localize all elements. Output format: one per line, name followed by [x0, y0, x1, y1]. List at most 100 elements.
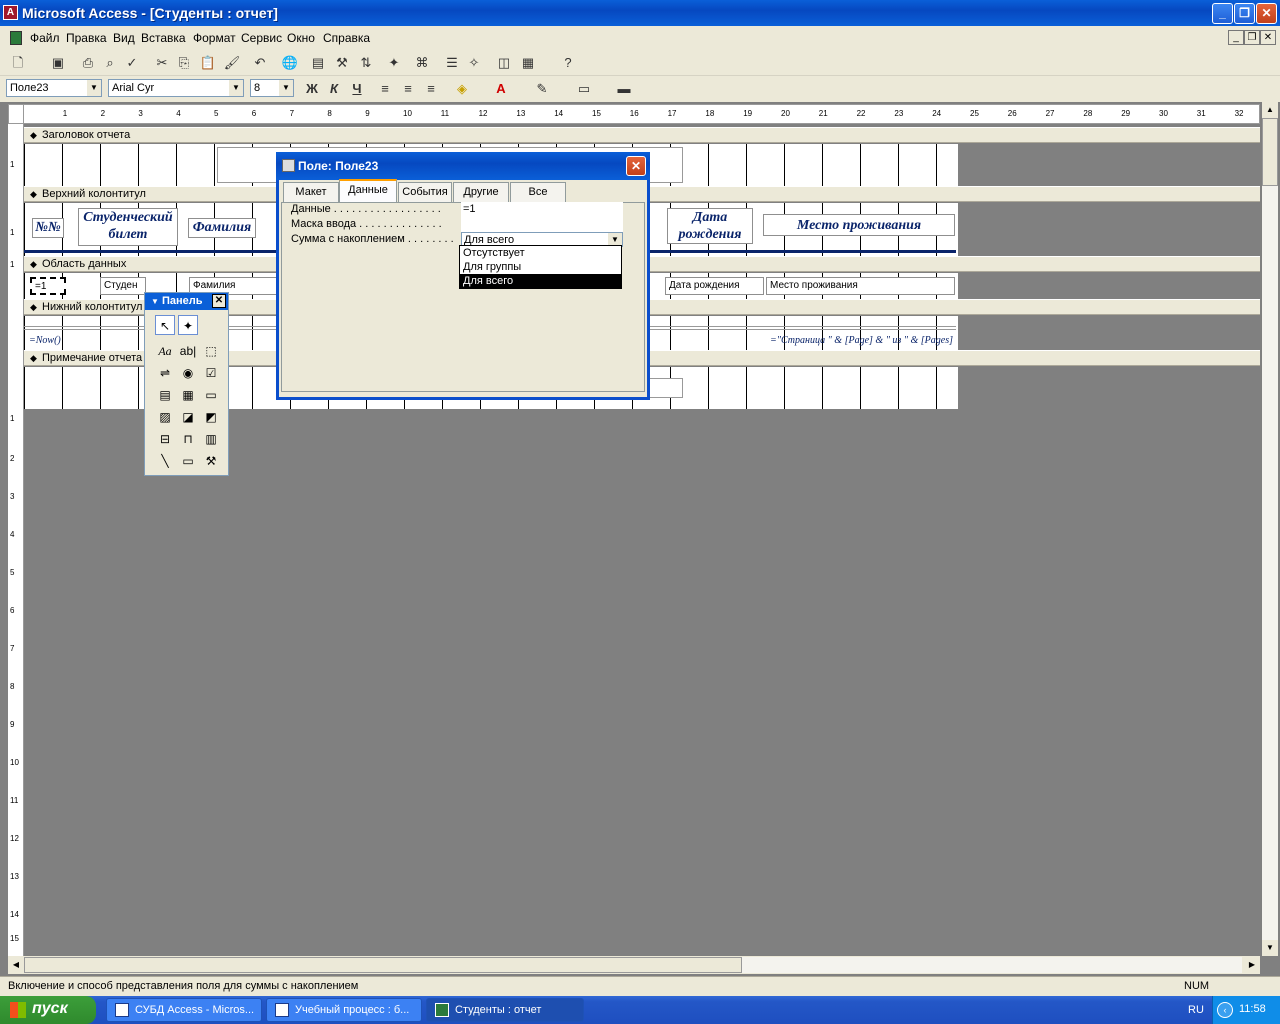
control-wizards-icon[interactable]: ✦	[178, 315, 198, 335]
start-button[interactable]: пуск	[0, 996, 96, 1024]
properties-icon[interactable]: ☰	[442, 53, 462, 73]
print-icon[interactable]: ⎙	[78, 53, 98, 73]
label-tool-icon[interactable]: Aa	[155, 341, 175, 361]
new-object-icon[interactable]: ▦	[518, 53, 538, 73]
label-birth-date[interactable]: Дата рождения	[667, 208, 753, 244]
menu-insert[interactable]: Вставка	[141, 31, 186, 45]
tab-control-tool-icon[interactable]: ⊓	[178, 429, 198, 449]
underline-button[interactable]: Ч	[347, 79, 367, 99]
option-button-tool-icon[interactable]: ◉	[178, 363, 198, 383]
menu-file[interactable]: Файл	[30, 31, 60, 45]
object-combo[interactable]: Поле23 ▼	[6, 79, 102, 97]
restore-button[interactable]: ❐	[1234, 3, 1255, 24]
scroll-down-button[interactable]: ▼	[1262, 940, 1278, 956]
option-none[interactable]: Отсутствует	[460, 246, 621, 260]
view-icon[interactable]: 🗋	[8, 53, 28, 73]
tab-events[interactable]: События	[398, 182, 452, 202]
menu-view[interactable]: Вид	[113, 31, 135, 45]
spelling-icon[interactable]: ✓	[122, 53, 142, 73]
textbox-tool-icon[interactable]: ab|	[178, 341, 198, 361]
tray-arrow-icon[interactable]: ‹	[1217, 1002, 1233, 1018]
listbox-tool-icon[interactable]: ▦	[178, 385, 198, 405]
scroll-left-button[interactable]: ◀	[8, 956, 24, 974]
sorting-grouping-icon[interactable]: ⇅	[356, 53, 376, 73]
menu-help[interactable]: Справка	[323, 31, 370, 45]
fill-color-icon[interactable]: ◈	[452, 79, 472, 99]
bound-object-tool-icon[interactable]: ◩	[201, 407, 221, 427]
hscroll-track[interactable]	[742, 957, 1242, 973]
option-over-group[interactable]: Для группы	[460, 260, 621, 274]
chevron-down-icon[interactable]: ▼	[87, 80, 101, 96]
align-right-icon[interactable]: ≡	[421, 79, 441, 99]
scroll-right-button[interactable]: ▶	[1244, 956, 1260, 974]
font-combo[interactable]: Arial Cyr ▼	[108, 79, 244, 97]
chevron-down-icon[interactable]: ▼	[151, 297, 159, 306]
toolbox-icon[interactable]: ⚒	[332, 53, 352, 73]
task-access-help[interactable]: СУБД Access - Micros...	[106, 998, 262, 1022]
option-over-all[interactable]: Для всего	[460, 274, 621, 288]
prop-value-data[interactable]: =1	[461, 202, 623, 217]
scroll-thumb[interactable]	[1262, 118, 1278, 186]
address-field[interactable]: Место проживания	[766, 277, 955, 295]
autoformat-icon[interactable]: ✦	[384, 53, 404, 73]
page-break-tool-icon[interactable]: ⊟	[155, 429, 175, 449]
toggle-button-tool-icon[interactable]: ⇌	[155, 363, 175, 383]
hyperlink-icon[interactable]: 🌐	[280, 53, 300, 73]
mdi-restore-button[interactable]: ❐	[1244, 30, 1260, 45]
tab-data[interactable]: Данные	[339, 179, 397, 203]
language-indicator[interactable]: RU	[1188, 1004, 1204, 1016]
menu-format[interactable]: Формат	[193, 31, 236, 45]
menu-tools[interactable]: Сервис	[241, 31, 282, 45]
tab-layout[interactable]: Макет	[283, 182, 339, 202]
save-icon[interactable]: ▣	[48, 53, 68, 73]
pages-field[interactable]: ="Страница " & [Page] & " из " & [Pages]	[668, 333, 956, 349]
menu-window[interactable]: Окно	[287, 31, 315, 45]
label-student-card[interactable]: Студенческий билет	[78, 208, 178, 246]
prop-value-input-mask[interactable]	[461, 217, 623, 232]
counter-field[interactable]: =1	[30, 277, 66, 295]
border-width-icon[interactable]: ▭	[574, 79, 594, 99]
special-effect-icon[interactable]: ▬	[614, 79, 634, 99]
label-surname[interactable]: Фамилия	[188, 218, 256, 238]
undo-icon[interactable]: ↶	[250, 53, 270, 73]
field-list-icon[interactable]: ▤	[308, 53, 328, 73]
bold-button[interactable]: Ж	[302, 79, 322, 99]
database-window-icon[interactable]: ◫	[494, 53, 514, 73]
hscroll-thumb[interactable]	[24, 957, 742, 973]
birth-date-field[interactable]: Дата рождения	[665, 277, 764, 295]
chevron-down-icon[interactable]: ▼	[229, 80, 243, 96]
code-icon[interactable]: ⌘	[412, 53, 432, 73]
rectangle-tool-icon[interactable]: ▭	[178, 451, 198, 471]
more-controls-icon[interactable]: ⚒	[201, 451, 221, 471]
task-database[interactable]: Учебный процесс : б...	[266, 998, 422, 1022]
horizontal-scrollbar[interactable]: ◀ ▶	[8, 956, 1260, 974]
cut-icon[interactable]: ✂	[152, 53, 172, 73]
section-report-header[interactable]: ◆ Заголовок отчета	[24, 127, 1260, 143]
task-report[interactable]: Студенты : отчет	[426, 998, 584, 1022]
access-app-icon[interactable]: A	[3, 5, 18, 20]
builder-icon[interactable]: ✧	[464, 53, 484, 73]
line-color-icon[interactable]: ✎	[532, 79, 552, 99]
font-size-combo[interactable]: 8 ▼	[250, 79, 294, 97]
combobox-tool-icon[interactable]: ▤	[155, 385, 175, 405]
toolbox-title-bar[interactable]: ▼ Панель ✕	[145, 293, 228, 310]
print-preview-icon[interactable]: ⌕	[100, 53, 120, 73]
minimize-button[interactable]: _	[1212, 3, 1233, 24]
paste-icon[interactable]: 📋	[198, 53, 218, 73]
line-tool-icon[interactable]: ╲	[155, 451, 175, 471]
tab-all[interactable]: Все	[510, 182, 566, 202]
align-left-icon[interactable]: ≡	[375, 79, 395, 99]
tab-other[interactable]: Другие	[453, 182, 509, 202]
dialog-close-button[interactable]: ✕	[626, 156, 646, 176]
scroll-up-button[interactable]: ▲	[1262, 102, 1278, 118]
label-number[interactable]: №№	[32, 218, 64, 238]
align-center-icon[interactable]: ≡	[398, 79, 418, 99]
unbound-object-tool-icon[interactable]: ◪	[178, 407, 198, 427]
command-button-tool-icon[interactable]: ▭	[201, 385, 221, 405]
italic-button[interactable]: К	[324, 79, 344, 99]
student-field[interactable]: Студен	[100, 277, 146, 295]
select-objects-icon[interactable]: ↖	[155, 315, 175, 335]
chevron-down-icon[interactable]: ▼	[279, 80, 293, 96]
close-button[interactable]: ✕	[1256, 3, 1277, 24]
image-tool-icon[interactable]: ▨	[155, 407, 175, 427]
